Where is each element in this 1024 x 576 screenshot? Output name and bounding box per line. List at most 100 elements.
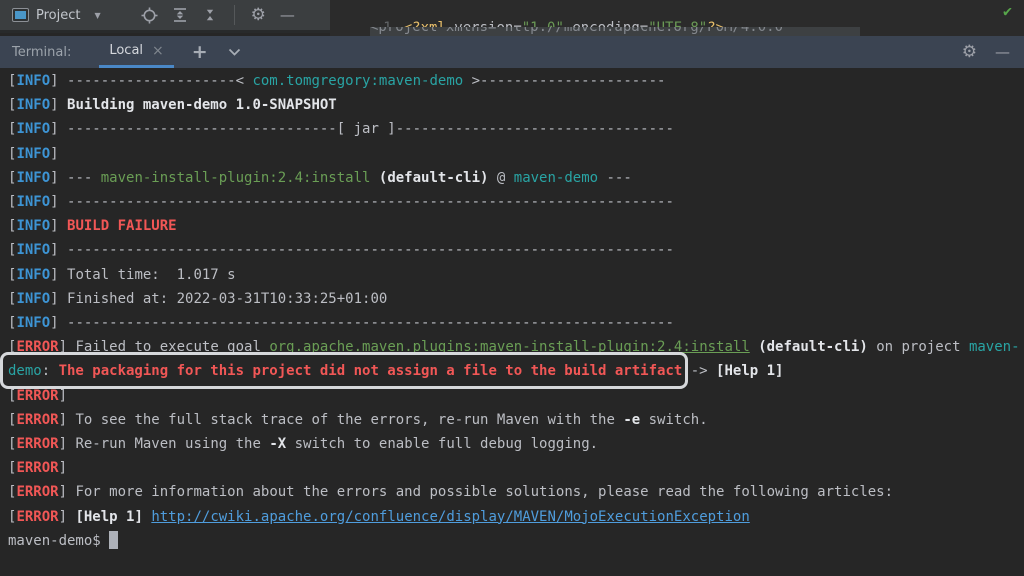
text-segment: com.tomgregory:maven-demo bbox=[252, 73, 463, 89]
editor-line-2-partial: <project xmlns="http://maven.apache.org/… bbox=[370, 27, 860, 36]
text-segment: ] bbox=[50, 97, 67, 113]
text-segment: INFO bbox=[16, 218, 50, 234]
terminal-line: maven-demo$ bbox=[8, 529, 1024, 553]
minimize-icon[interactable]: — bbox=[280, 8, 295, 23]
chevron-down-icon[interactable] bbox=[228, 48, 241, 56]
inspection-status-check-icon[interactable]: ✔ bbox=[1003, 2, 1012, 20]
text-segment: ] bbox=[59, 412, 76, 428]
text-segment: --------------------------------[ jar ]-… bbox=[67, 121, 674, 137]
terminal-line: [INFO] ---------------------------------… bbox=[8, 190, 1024, 214]
terminal-link[interactable]: http://cwiki.apache.org/confluence/displ… bbox=[151, 509, 749, 525]
text-segment: ERROR bbox=[16, 460, 58, 476]
text-segment: [Help 1] bbox=[75, 509, 142, 525]
text-segment: ] bbox=[50, 194, 67, 210]
text-segment: Finished at: 2022-03-31T10:33:25+01:00 bbox=[67, 291, 387, 307]
terminal-label: Terminal: bbox=[12, 45, 71, 60]
close-tab-icon[interactable]: × bbox=[152, 43, 164, 59]
terminal-link[interactable]: org.apache.maven.plugins:maven-install-p… bbox=[269, 339, 749, 355]
locate-icon[interactable] bbox=[141, 7, 158, 24]
terminal-line: [ERROR] [Help 1] http://cwiki.apache.org… bbox=[8, 505, 1024, 529]
text-segment: INFO bbox=[16, 121, 50, 137]
project-toolwindow-header: Project ▼ ⚙ — bbox=[0, 0, 330, 33]
collapse-all-icon[interactable] bbox=[202, 7, 218, 23]
text-segment: (default-cli) bbox=[379, 170, 489, 186]
terminal-line: [INFO] Building maven-demo 1.0-SNAPSHOT bbox=[8, 93, 1024, 117]
text-segment: ] bbox=[50, 146, 58, 162]
text-segment: ] bbox=[50, 218, 67, 234]
editor-pane[interactable]: 1<?xml version="1.0" encoding="UTF-8"?> … bbox=[330, 0, 1024, 36]
text-segment: (default-cli) bbox=[758, 339, 868, 355]
text-segment: ----------------------------------------… bbox=[67, 194, 674, 210]
terminal-line: [INFO] BUILD FAILURE bbox=[8, 214, 1024, 238]
text-segment: ] bbox=[50, 121, 67, 137]
text-segment: Failed to execute goal bbox=[75, 339, 269, 355]
text-segment: ] bbox=[50, 267, 67, 283]
text-segment: INFO bbox=[16, 267, 50, 283]
text-segment: on project bbox=[868, 339, 969, 355]
text-segment: INFO bbox=[16, 97, 50, 113]
text-segment: For more information about the errors an… bbox=[75, 484, 893, 500]
text-segment: Re-run Maven using the bbox=[75, 436, 269, 452]
text-segment: -> bbox=[682, 363, 716, 379]
text-segment: ERROR bbox=[16, 412, 58, 428]
terminal-line: [INFO] ---------------------------------… bbox=[8, 311, 1024, 335]
expand-all-icon[interactable] bbox=[172, 7, 188, 23]
text-segment: To see the full stack trace of the error… bbox=[75, 412, 623, 428]
terminal-line: [INFO] Total time: 1.017 s bbox=[8, 263, 1024, 287]
text-segment: ] bbox=[59, 509, 76, 525]
text-segment: The packaging for this project did not a… bbox=[59, 363, 683, 379]
text-segment: ] bbox=[59, 460, 67, 476]
new-terminal-tab-button[interactable]: + bbox=[192, 41, 208, 63]
text-segment: -e bbox=[623, 412, 640, 428]
terminal-line: [INFO] Finished at: 2022-03-31T10:33:25+… bbox=[8, 287, 1024, 311]
settings-gear-icon[interactable]: ⚙ bbox=[251, 7, 266, 24]
text-segment: Building maven-demo 1.0-SNAPSHOT bbox=[67, 97, 337, 113]
text-segment: ] bbox=[50, 291, 67, 307]
text-segment: ] bbox=[59, 388, 67, 404]
terminal-line: [INFO] --------------------< com.tomgreg… bbox=[8, 69, 1024, 93]
text-segment bbox=[750, 339, 758, 355]
terminal-output[interactable]: [INFO] --------------------< com.tomgreg… bbox=[0, 68, 1024, 576]
text-segment: INFO bbox=[16, 146, 50, 162]
text-segment bbox=[370, 170, 378, 186]
text-segment: ] bbox=[59, 484, 76, 500]
text-segment: ERROR bbox=[16, 339, 58, 355]
terminal-line: [ERROR] To see the full stack trace of t… bbox=[8, 408, 1024, 432]
text-segment: ] bbox=[50, 242, 67, 258]
text-segment: ERROR bbox=[16, 436, 58, 452]
text-segment: ----------------------------------------… bbox=[67, 315, 674, 331]
text-segment bbox=[109, 531, 118, 549]
tab-local[interactable]: Local × bbox=[99, 36, 173, 68]
text-segment: ] bbox=[50, 73, 67, 89]
terminal-line: demo: The packaging for this project did… bbox=[8, 359, 1024, 383]
text-segment: INFO bbox=[16, 194, 50, 210]
text-segment: INFO bbox=[16, 170, 50, 186]
text-segment: --- bbox=[598, 170, 632, 186]
terminal-line: [INFO] --- maven-install-plugin:2.4:inst… bbox=[8, 166, 1024, 190]
text-segment: switch. bbox=[640, 412, 707, 428]
text-segment: switch to enable full debug logging. bbox=[286, 436, 598, 452]
project-toolwindow-title[interactable]: Project bbox=[36, 8, 80, 23]
dropdown-chevron-icon[interactable]: ▼ bbox=[94, 11, 100, 20]
text-segment: --- bbox=[67, 170, 101, 186]
text-segment: maven-demo bbox=[514, 170, 598, 186]
text-segment: INFO bbox=[16, 315, 50, 331]
text-segment: ERROR bbox=[16, 484, 58, 500]
text-segment: maven-install-plugin:2.4:install bbox=[101, 170, 371, 186]
text-segment: @ bbox=[488, 170, 513, 186]
terminal-tabbar: Terminal: Local × + ⚙ — bbox=[0, 36, 1024, 68]
text-segment: maven- bbox=[969, 339, 1020, 355]
terminal-line: [ERROR] Re-run Maven using the -X switch… bbox=[8, 432, 1024, 456]
text-segment: ERROR bbox=[16, 509, 58, 525]
text-segment: ERROR bbox=[16, 388, 58, 404]
text-segment: BUILD FAILURE bbox=[67, 218, 177, 234]
terminal-line: [ERROR] bbox=[8, 384, 1024, 408]
terminal-minimize-icon[interactable]: — bbox=[995, 45, 1010, 60]
text-segment: maven-demo$ bbox=[8, 533, 109, 549]
terminal-line: [INFO] --------------------------------[… bbox=[8, 117, 1024, 141]
text-segment: >---------------------- bbox=[463, 73, 665, 89]
text-segment: : bbox=[42, 363, 59, 379]
toolbar-separator bbox=[234, 5, 235, 25]
text-segment: --------------------< bbox=[67, 73, 252, 89]
terminal-settings-gear-icon[interactable]: ⚙ bbox=[962, 44, 977, 61]
